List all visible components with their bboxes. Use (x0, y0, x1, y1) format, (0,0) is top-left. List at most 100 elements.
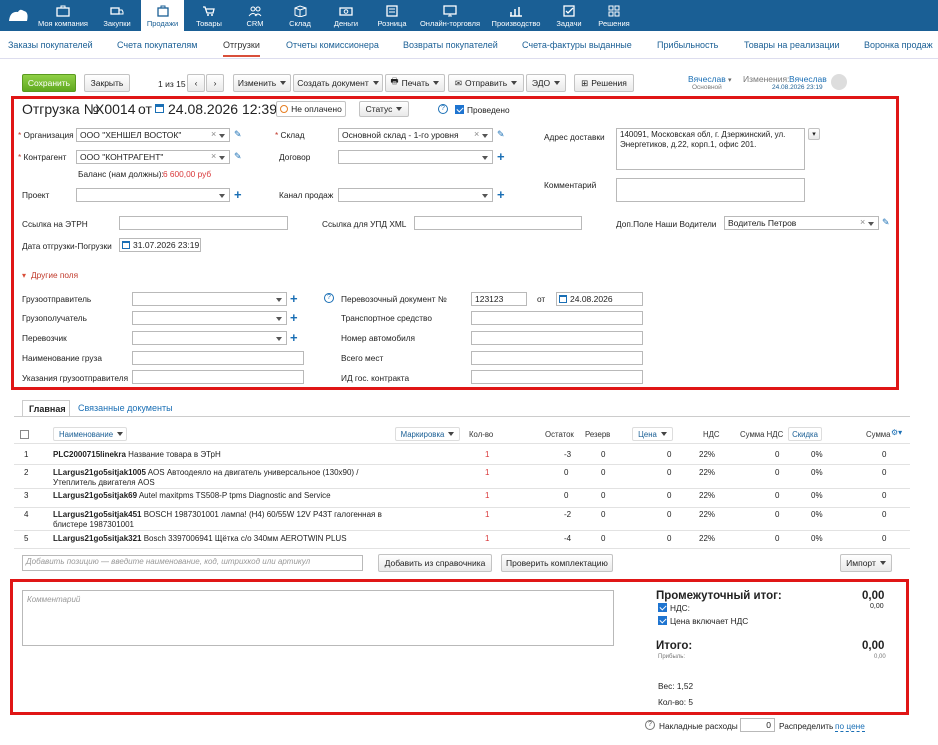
discount-cell[interactable]: 0% (811, 450, 823, 459)
table-row-name[interactable]: LLargus21go5sitjak321 Bosch 3397006941 Щ… (53, 534, 347, 544)
add-channel-icon[interactable]: + (497, 188, 505, 201)
print-dropdown[interactable]: 🖶 Печать (385, 74, 445, 92)
calendar-icon[interactable] (155, 104, 164, 113)
subnav-commission-reports[interactable]: Отчеты комиссионера (286, 40, 379, 50)
qty-cell[interactable]: 1 (485, 468, 489, 477)
comment-field[interactable] (616, 178, 805, 202)
subnav-customer-orders[interactable]: Заказы покупателей (8, 40, 93, 50)
price-includes-vat-checkbox[interactable] (658, 616, 667, 625)
nav-crm[interactable]: CRM (241, 0, 269, 31)
save-button[interactable]: Сохранить (22, 74, 76, 92)
caret-down-icon[interactable]: ▾ (22, 271, 26, 280)
edit-pencil-icon[interactable]: ✎ (234, 151, 242, 162)
edit-pencil-icon[interactable]: ✎ (234, 129, 242, 140)
sum-column-header[interactable]: Сумма (866, 430, 891, 439)
distribute-by-link[interactable]: по цене (835, 721, 865, 732)
posted-checkbox[interactable] (455, 105, 464, 114)
help-icon[interactable]: ? (324, 293, 334, 303)
status-dropdown[interactable]: Статус (359, 101, 409, 117)
clear-icon[interactable]: × (860, 217, 865, 227)
tab-main[interactable]: Главная (22, 400, 70, 417)
cargo-name-field[interactable] (132, 351, 304, 365)
stock-column-header[interactable]: Остаток (545, 430, 574, 439)
next-button[interactable]: › (206, 74, 224, 92)
table-row-name[interactable]: LLargus21go5sitjak1005 AOS Автоодеяло на… (53, 468, 359, 488)
nav-online-trade[interactable]: Онлайн-торговля (419, 0, 481, 31)
contract-id-field[interactable] (471, 370, 643, 384)
vehicle-field[interactable] (471, 311, 643, 325)
add-position-input[interactable]: Добавить позицию — введите наименование,… (22, 555, 363, 571)
transport-doc-field[interactable]: 123123 (471, 292, 527, 306)
vat-column-header[interactable]: НДС (703, 430, 720, 439)
contractor-select[interactable]: ООО "КОНТРАГЕНТ" (76, 150, 230, 164)
clear-icon[interactable]: × (474, 129, 479, 139)
table-row-name[interactable]: LLargus21go5sitjak69 Autel maxitpms TS50… (53, 491, 331, 501)
gear-icon[interactable]: ⚙▾ (891, 428, 902, 437)
price-cell[interactable]: 0 (667, 468, 671, 477)
send-dropdown[interactable]: ✉ Отправить (448, 74, 524, 92)
check-kit-button[interactable]: Проверить комплектацию (501, 554, 613, 572)
tab-linked-documents[interactable]: Связанные документы (78, 403, 173, 413)
avatar[interactable] (831, 74, 847, 90)
qty-cell[interactable]: 1 (485, 534, 489, 543)
subnav-customer-returns[interactable]: Возвраты покупателей (403, 40, 498, 50)
discount-cell[interactable]: 0% (811, 491, 823, 500)
driver-select[interactable]: Водитель Петров (724, 216, 879, 230)
prev-button[interactable]: ‹ (187, 74, 205, 92)
ship-date-field[interactable]: 31.07.2026 23:19 (119, 238, 201, 252)
discount-cell[interactable]: 0% (811, 468, 823, 477)
add-carrier-icon[interactable]: + (290, 331, 298, 344)
edit-pencil-icon[interactable]: ✎ (882, 217, 890, 228)
organization-select[interactable]: ООО "ХЕНШЕЛ ВОСТОК" (76, 128, 230, 142)
etrn-field[interactable] (119, 216, 288, 230)
upd-field[interactable] (414, 216, 582, 230)
price-column-header[interactable]: Цена (632, 427, 673, 441)
clear-icon[interactable]: × (211, 129, 216, 139)
user-name[interactable]: Вячеслав (688, 74, 726, 84)
qty-cell[interactable]: 1 (485, 510, 489, 519)
discount-cell[interactable]: 0% (811, 510, 823, 519)
sales-channel-select[interactable] (338, 188, 493, 202)
help-icon[interactable]: ? (438, 104, 448, 114)
consignee-select[interactable] (132, 311, 287, 325)
add-contract-icon[interactable]: + (497, 150, 505, 163)
nav-products[interactable]: Товары (193, 0, 225, 31)
places-field[interactable] (471, 351, 643, 365)
calendar-icon[interactable] (122, 241, 130, 249)
clear-icon[interactable]: × (211, 151, 216, 161)
price-cell[interactable]: 0 (667, 534, 671, 543)
add-project-icon[interactable]: + (234, 188, 242, 201)
payment-status[interactable]: Не оплачено (276, 101, 346, 117)
edo-dropdown[interactable]: ЭДО (526, 74, 566, 92)
subnav-issued-invoices[interactable]: Счета-фактуры выданные (522, 40, 632, 50)
nav-sales[interactable]: Продажи (141, 0, 184, 31)
table-row-name[interactable]: PLC2000715linekra Название товара в ЭТрН (53, 450, 221, 460)
address-expand-button[interactable]: ▾ (808, 128, 820, 140)
calendar-icon[interactable] (559, 295, 567, 303)
create-document-dropdown[interactable]: Создать документ (293, 74, 383, 92)
qty-cell[interactable]: 1 (485, 491, 489, 500)
close-button[interactable]: Закрыть (84, 74, 130, 92)
nav-production[interactable]: Производство (489, 0, 543, 31)
logo-icon[interactable] (7, 8, 29, 22)
car-number-field[interactable] (471, 331, 643, 345)
table-row-name[interactable]: LLargus21go5sitjak451 BOSCH 1987301001 л… (53, 510, 382, 530)
shipper-select[interactable] (132, 292, 287, 306)
subnav-consignment-goods[interactable]: Товары на реализации (744, 40, 840, 50)
vat-sum-column-header[interactable]: Сумма НДС (740, 430, 783, 439)
name-column-header[interactable]: Наименование (53, 427, 127, 441)
subnav-profitability[interactable]: Прибыльность (657, 40, 718, 50)
overhead-input[interactable]: 0 (740, 718, 775, 732)
discount-cell[interactable]: 0% (811, 534, 823, 543)
delivery-address-field[interactable]: 140091, Московская обл, г. Дзержинский, … (616, 128, 805, 170)
vat-checkbox[interactable] (658, 603, 667, 612)
nav-money[interactable]: Деньги (331, 0, 361, 31)
price-cell[interactable]: 0 (667, 510, 671, 519)
add-from-catalog-button[interactable]: Добавить из справочника (378, 554, 492, 572)
contract-select[interactable] (338, 150, 493, 164)
edit-dropdown[interactable]: Изменить (233, 74, 291, 92)
price-cell[interactable]: 0 (667, 491, 671, 500)
nav-purchases[interactable]: Закупки (99, 0, 135, 31)
add-shipper-icon[interactable]: + (290, 292, 298, 305)
nav-retail[interactable]: Розница (375, 0, 409, 31)
